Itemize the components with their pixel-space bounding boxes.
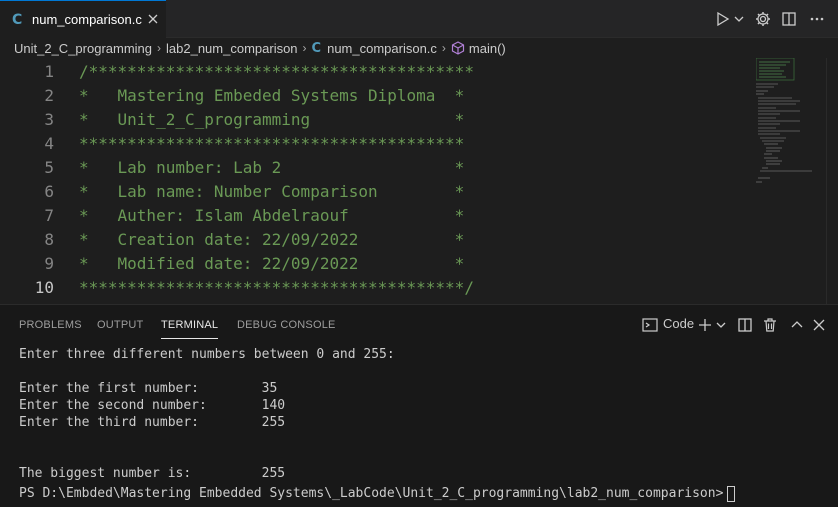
- terminal-shell-label[interactable]: Code: [663, 316, 694, 331]
- code-editor[interactable]: 1 2 3 4 5 6 7 8 9 10 /******************…: [0, 58, 838, 304]
- tab-output[interactable]: OUTPUT: [97, 305, 143, 343]
- terminal-line: Enter the second number: 140: [19, 398, 286, 413]
- code-line: * Creation date: 22/09/2022 *: [79, 230, 465, 249]
- terminal-prompt[interactable]: PS D:\Embded\Mastering Embedded Systems\…: [19, 485, 736, 502]
- plus-icon[interactable]: [698, 317, 712, 333]
- symbol-method-icon: [451, 41, 465, 55]
- c-file-icon: C: [12, 11, 23, 28]
- editor-scrollbar[interactable]: [826, 58, 838, 304]
- breadcrumb-file[interactable]: num_comparison.c: [327, 41, 437, 56]
- code-line: * Lab number: Lab 2 *: [79, 158, 465, 177]
- breadcrumb-folder-lab2[interactable]: lab2_num_comparison: [166, 41, 298, 56]
- line-number: 3: [44, 110, 54, 129]
- terminal-line: Enter three different numbers between 0 …: [19, 347, 395, 362]
- terminal-line: Enter the third number: 255: [19, 415, 286, 430]
- chevron-up-icon[interactable]: [790, 317, 804, 333]
- close-icon[interactable]: [812, 317, 826, 333]
- code-line: * Modified date: 22/09/2022 *: [79, 254, 465, 273]
- bottom-panel: PROBLEMS OUTPUT TERMINAL DEBUG CONSOLE C…: [0, 304, 838, 507]
- code-line: /***************************************…: [79, 62, 474, 81]
- line-number: 7: [44, 206, 54, 225]
- terminal-line: The biggest number is: 255: [19, 466, 286, 481]
- line-number: 1: [44, 62, 54, 81]
- tab-terminal[interactable]: TERMINAL: [161, 305, 219, 339]
- tab-num-comparison[interactable]: C num_comparison.c: [0, 0, 166, 38]
- minimap[interactable]: [756, 58, 826, 198]
- terminal-icon[interactable]: [642, 317, 658, 333]
- ellipsis-icon[interactable]: [809, 11, 825, 27]
- tab-debug-console[interactable]: DEBUG CONSOLE: [237, 305, 336, 343]
- code-line: ****************************************…: [79, 278, 474, 297]
- chevron-right-icon: ›: [302, 41, 307, 55]
- tab-problems[interactable]: PROBLEMS: [19, 305, 82, 343]
- code-line: ****************************************: [79, 134, 465, 153]
- breadcrumb-folder-unit2[interactable]: Unit_2_C_programming: [14, 41, 152, 56]
- split-terminal-icon[interactable]: [738, 317, 752, 333]
- line-number: 8: [44, 230, 54, 249]
- gear-icon[interactable]: [755, 11, 771, 27]
- play-icon[interactable]: [716, 11, 730, 27]
- split-editor-icon[interactable]: [782, 11, 796, 27]
- code-line: * Auther: Islam Abdelraouf *: [79, 206, 465, 225]
- line-number: 2: [44, 86, 54, 105]
- chevron-down-icon[interactable]: [734, 11, 744, 27]
- line-number: 10: [34, 278, 54, 297]
- line-number: 4: [44, 134, 54, 153]
- tab-label: num_comparison.c: [32, 12, 142, 27]
- editor-tab-bar: C num_comparison.c: [0, 0, 838, 38]
- line-number: 5: [44, 158, 54, 177]
- chevron-right-icon: ›: [157, 41, 162, 55]
- terminal-cursor: [727, 485, 736, 502]
- code-line: * Unit_2_C_programming *: [79, 110, 465, 129]
- close-icon[interactable]: [147, 13, 159, 25]
- panel-tabs: PROBLEMS OUTPUT TERMINAL DEBUG CONSOLE C…: [0, 305, 838, 343]
- line-number: 9: [44, 254, 54, 273]
- prompt-text: PS D:\Embded\Mastering Embedded Systems\…: [19, 486, 724, 501]
- line-number: 6: [44, 182, 54, 201]
- code-line: * Lab name: Number Comparison *: [79, 182, 465, 201]
- c-file-icon: C: [311, 40, 322, 56]
- code-line: * Mastering Embeded Systems Diploma *: [79, 86, 465, 105]
- terminal-line: Enter the first number: 35: [19, 381, 278, 396]
- chevron-right-icon: ›: [441, 41, 446, 55]
- chevron-down-icon[interactable]: [716, 317, 726, 333]
- breadcrumb: Unit_2_C_programming › lab2_num_comparis…: [0, 38, 838, 58]
- breadcrumb-symbol[interactable]: main(): [469, 41, 506, 56]
- trash-icon[interactable]: [763, 317, 777, 333]
